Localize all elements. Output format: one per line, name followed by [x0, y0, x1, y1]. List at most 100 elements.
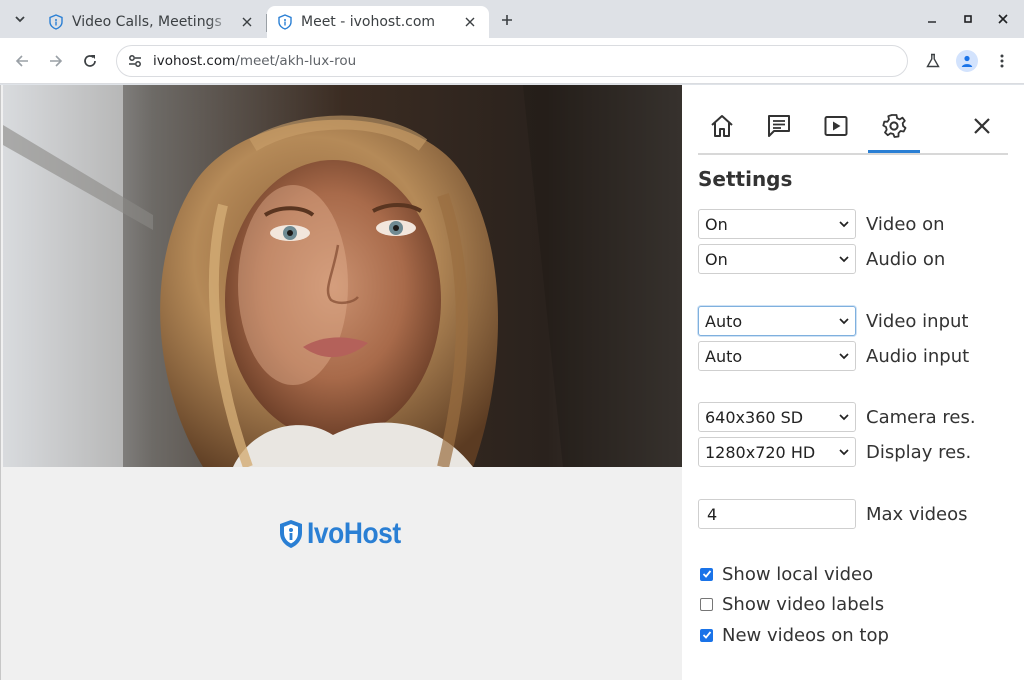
url-path: /meet/akh-lux-rou	[235, 53, 357, 69]
audio-on-row: On Audio on	[698, 244, 945, 274]
url-text: ivohost.com/meet/akh-lux-rou	[153, 53, 356, 69]
video-frame	[3, 85, 683, 467]
display-res-label: Display res.	[866, 441, 972, 463]
chevron-down-icon	[839, 221, 849, 228]
audio-input-select[interactable]: Auto	[698, 341, 856, 371]
new-tab-button[interactable]	[496, 9, 518, 31]
show-local-video-checkbox[interactable]: Show local video	[700, 563, 873, 585]
tab-video-calls[interactable]: Video Calls, Meetings	[38, 6, 266, 38]
shield-logo-icon	[280, 520, 302, 548]
checkbox-unchecked[interactable]	[700, 597, 713, 611]
select-value: 640x360 SD	[705, 407, 804, 427]
max-videos-label: Max videos	[866, 503, 968, 525]
checkbox-checked[interactable]	[700, 628, 713, 642]
video-on-select[interactable]: On	[698, 209, 856, 239]
chevron-down-icon	[839, 449, 849, 456]
settings-panel: Settings On Video on On Audio on Auto Vi…	[682, 85, 1024, 680]
video-input-select[interactable]: Auto	[698, 306, 856, 336]
select-value: On	[705, 249, 728, 269]
close-window-button[interactable]	[993, 9, 1013, 29]
chevron-down-icon	[15, 16, 25, 23]
plus-icon	[502, 15, 512, 25]
audio-input-label: Audio input	[866, 345, 970, 367]
show-video-labels-checkbox[interactable]: Show video labels	[700, 593, 884, 615]
chevron-down-icon	[839, 318, 849, 325]
tab-title: Video Calls, Meetings	[72, 14, 222, 30]
audio-on-label: Audio on	[866, 248, 946, 270]
panel-nav	[698, 101, 1008, 155]
flask-icon	[926, 53, 940, 68]
maximize-icon	[964, 15, 972, 23]
video-input-row: Auto Video input	[698, 306, 968, 336]
select-value: Auto	[705, 311, 743, 331]
forward-button[interactable]	[44, 49, 68, 73]
audio-input-row: Auto Audio input	[698, 341, 969, 371]
tab-strip: Video Calls, Meetings Meet - ivohost.com	[0, 0, 1024, 38]
brand-logo: IvoHost	[279, 517, 414, 551]
check-icon	[702, 631, 711, 639]
minimize-icon	[928, 21, 936, 23]
panel-title: Settings	[698, 167, 793, 191]
reload-icon	[84, 55, 96, 67]
select-value: Auto	[705, 346, 743, 366]
avatar	[956, 50, 978, 72]
address-bar[interactable]: ivohost.com/meet/akh-lux-rou	[116, 45, 908, 77]
video-stage: IvoHost	[0, 85, 683, 680]
display-res-row: 1280x720 HD Display res.	[698, 437, 971, 467]
browser-menu-button[interactable]	[990, 49, 1014, 73]
arrow-left-icon	[15, 55, 28, 67]
close-icon	[974, 118, 990, 134]
max-videos-input[interactable]	[698, 499, 856, 529]
brand-name: IvoHost	[307, 517, 401, 550]
browser-toolbar: ivohost.com/meet/akh-lux-rou	[0, 38, 1024, 84]
site-info-icon[interactable]	[127, 53, 143, 69]
tab-title: Meet - ivohost.com	[301, 14, 436, 30]
tab-meet[interactable]: Meet - ivohost.com	[267, 6, 489, 38]
camera-res-label: Camera res.	[866, 406, 976, 428]
checkbox-label: Show video labels	[722, 593, 885, 615]
chat-icon	[768, 115, 790, 137]
new-videos-on-top-checkbox[interactable]: New videos on top	[700, 624, 889, 646]
shield-icon	[49, 14, 63, 30]
local-video-feed[interactable]	[3, 85, 683, 467]
back-button[interactable]	[10, 49, 34, 73]
close-tab-icon[interactable]	[461, 13, 479, 31]
home-tab[interactable]	[704, 110, 740, 142]
close-panel-button[interactable]	[964, 110, 1000, 142]
select-value: 1280x720 HD	[705, 442, 816, 462]
checkbox-checked[interactable]	[700, 567, 713, 581]
tab-search-button[interactable]	[8, 7, 32, 31]
max-videos-row: Max videos	[698, 499, 967, 529]
more-vert-icon	[1000, 54, 1004, 68]
reload-button[interactable]	[78, 49, 102, 73]
chat-tab[interactable]	[761, 110, 797, 142]
play-icon	[824, 116, 848, 136]
video-on-row: On Video on	[698, 209, 945, 239]
person-icon	[961, 55, 973, 67]
url-domain: ivohost.com	[153, 53, 236, 69]
minimize-button[interactable]	[922, 9, 942, 29]
home-icon	[711, 115, 733, 137]
checkbox-label: New videos on top	[722, 624, 889, 646]
chevron-down-icon	[839, 256, 849, 263]
display-res-select[interactable]: 1280x720 HD	[698, 437, 856, 467]
gear-icon	[882, 114, 907, 138]
arrow-right-icon	[50, 55, 63, 67]
video-input-label: Video input	[866, 310, 969, 332]
profile-button[interactable]	[955, 49, 979, 73]
maximize-button[interactable]	[958, 9, 978, 29]
chevron-down-icon	[839, 353, 849, 360]
settings-tab[interactable]	[868, 110, 920, 153]
camera-res-select[interactable]: 640x360 SD	[698, 402, 856, 432]
close-icon	[998, 14, 1008, 24]
labs-button[interactable]	[921, 49, 945, 73]
chevron-down-icon	[839, 414, 849, 421]
check-icon	[702, 570, 711, 578]
shield-icon	[278, 14, 292, 30]
audio-on-select[interactable]: On	[698, 244, 856, 274]
media-tab[interactable]	[818, 110, 854, 142]
video-on-label: Video on	[866, 213, 945, 235]
select-value: On	[705, 214, 728, 234]
camera-res-row: 640x360 SD Camera res.	[698, 402, 976, 432]
close-tab-icon[interactable]	[238, 13, 256, 31]
